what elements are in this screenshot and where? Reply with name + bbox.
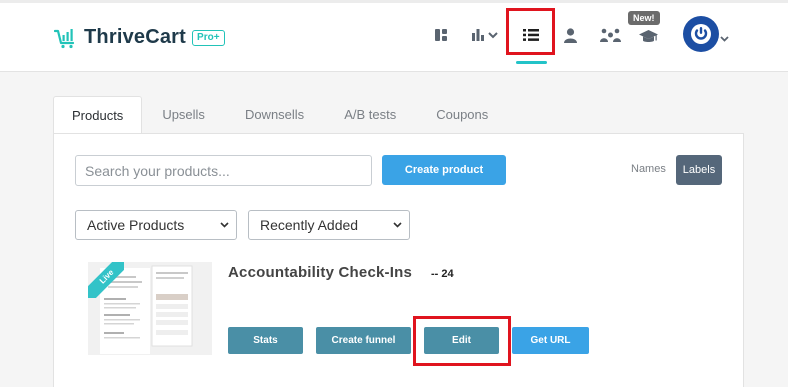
sort-value: Recently Added xyxy=(260,217,359,233)
stats-button[interactable]: Stats xyxy=(228,327,303,354)
logo-text: ThriveCart xyxy=(84,26,187,48)
products-nav-highlight xyxy=(506,8,555,55)
stats-dropdown-icon[interactable] xyxy=(471,24,499,46)
cart-logo-icon xyxy=(53,27,78,49)
thrivecart-logo[interactable]: ThriveCart Pro+ xyxy=(53,26,225,49)
active-nav-indicator xyxy=(516,61,547,64)
view-names-toggle[interactable]: Names xyxy=(631,163,666,175)
power-icon xyxy=(691,24,711,44)
tab-upsells[interactable]: Upsells xyxy=(142,96,225,134)
chevron-down-icon xyxy=(393,222,402,228)
tab-products[interactable]: Products xyxy=(53,96,143,134)
new-badge: New! xyxy=(628,11,660,25)
top-border xyxy=(0,0,788,3)
tab-ab-tests[interactable]: A/B tests xyxy=(324,96,416,134)
product-count: -- 24 xyxy=(431,268,454,280)
status-filter-select[interactable]: Active Products xyxy=(75,210,237,240)
chevron-down-icon[interactable] xyxy=(719,28,729,50)
create-product-button[interactable]: Create product xyxy=(382,155,506,185)
view-labels-toggle[interactable]: Labels xyxy=(676,155,722,185)
create-funnel-button[interactable]: Create funnel xyxy=(316,327,411,354)
edit-button-highlight xyxy=(413,316,511,366)
tab-downsells[interactable]: Downsells xyxy=(225,96,324,134)
get-url-button[interactable]: Get URL xyxy=(512,327,589,354)
tab-coupons[interactable]: Coupons xyxy=(416,96,508,134)
sort-select[interactable]: Recently Added xyxy=(248,210,410,240)
product-title[interactable]: Accountability Check-Ins xyxy=(228,264,412,281)
affiliates-icon[interactable] xyxy=(599,24,621,46)
product-tabs: Products Upsells Downsells A/B tests Cou… xyxy=(53,96,508,134)
account-avatar[interactable] xyxy=(683,16,719,52)
search-products-input[interactable] xyxy=(75,155,372,186)
user-icon[interactable] xyxy=(563,24,577,46)
pro-plan-badge: Pro+ xyxy=(192,29,225,46)
live-status-label: Live xyxy=(88,262,124,298)
dashboard-icon[interactable] xyxy=(434,24,448,46)
status-filter-value: Active Products xyxy=(87,217,185,233)
live-status-ribbon: Live xyxy=(88,262,124,298)
chevron-down-icon xyxy=(220,222,229,228)
learn-icon[interactable] xyxy=(638,26,658,48)
